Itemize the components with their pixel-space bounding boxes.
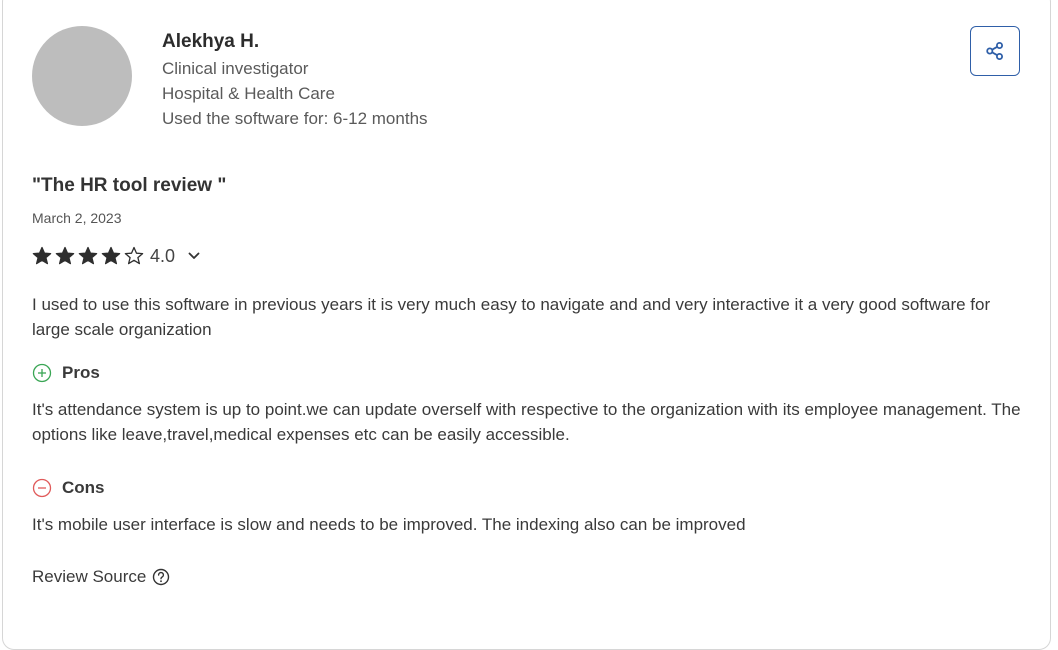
pros-heading: Pros xyxy=(32,363,100,383)
reviewer-name: Alekhya H. xyxy=(162,31,260,52)
avatar xyxy=(32,26,132,126)
question-circle-icon[interactable] xyxy=(152,568,170,586)
plus-circle-icon xyxy=(32,363,52,383)
minus-circle-icon xyxy=(32,478,52,498)
reviewer-industry: Hospital & Health Care xyxy=(162,84,335,103)
star-filled-icon xyxy=(78,246,98,265)
cons-heading: Cons xyxy=(32,478,105,498)
review-source-link[interactable]: Review Source xyxy=(32,567,170,587)
review-title: "The HR tool review " xyxy=(32,175,227,196)
cons-text: It's mobile user interface is slow and n… xyxy=(32,515,746,534)
review-summary: I used to use this software in previous … xyxy=(32,295,991,339)
reviewer-role: Clinical investigator xyxy=(162,59,309,78)
review-source-label: Review Source xyxy=(32,567,147,586)
star-filled-icon xyxy=(32,246,52,265)
rating-value: 4.0 xyxy=(150,245,176,266)
rating-stars xyxy=(32,246,144,266)
star-outline-icon xyxy=(124,246,144,265)
star-filled-icon xyxy=(55,246,75,265)
pros-label: Pros xyxy=(62,363,100,382)
review-date: March 2, 2023 xyxy=(32,210,122,226)
cons-label: Cons xyxy=(62,478,105,497)
reviewer-info: Alekhya H. Clinical investigator Hospita… xyxy=(162,30,428,131)
reviewer-usage: Used the software for: 6-12 months xyxy=(162,109,428,128)
star-filled-icon xyxy=(101,246,121,265)
pros-text: It's attendance system is up to point.we… xyxy=(32,400,1021,444)
share-button[interactable] xyxy=(970,26,1020,76)
share-icon xyxy=(986,42,1003,60)
rating: 4.0 xyxy=(32,244,201,268)
chevron-down-icon[interactable] xyxy=(187,249,201,263)
